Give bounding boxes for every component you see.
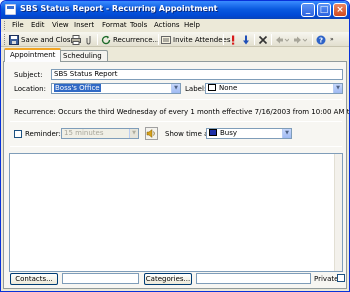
save-icon — [9, 34, 19, 45]
high-importance-button[interactable] — [228, 33, 238, 46]
print-button[interactable] — [71, 33, 81, 46]
show-time-as-value: Busy — [220, 129, 238, 137]
location-combo[interactable]: Boss's Office ▼ — [51, 83, 181, 94]
help-button[interactable]: ? — [316, 33, 326, 46]
next-item-button[interactable] — [293, 33, 308, 46]
recurrence-button[interactable]: Recurrence... — [101, 33, 159, 46]
svg-text:?: ? — [319, 36, 323, 44]
invite-attendees-icon — [161, 35, 171, 45]
chevron-down-icon[interactable]: ▼ — [171, 84, 180, 93]
toolbar-separator — [158, 34, 159, 45]
busy-color-swatch — [209, 129, 217, 136]
menu-format[interactable]: Format — [102, 21, 127, 29]
save-and-close-button[interactable]: Save and Close — [9, 33, 75, 46]
appointment-window: SBS Status Report - Recurring Appointmen… — [0, 0, 350, 292]
previous-item-button[interactable] — [275, 33, 290, 46]
chevron-down-icon[interactable]: ▼ — [333, 84, 342, 93]
delete-icon — [258, 35, 268, 45]
invite-attendees-button[interactable]: Invite Attendees — [161, 33, 230, 46]
location-value: Boss's Office — [54, 84, 101, 92]
notes-textarea[interactable] — [9, 153, 343, 272]
speaker-icon — [146, 128, 155, 139]
menu-help[interactable]: Help — [184, 21, 200, 29]
toolbar-separator — [312, 34, 313, 45]
toolbar-separator — [254, 34, 255, 45]
chevron-down-icon[interactable]: ▼ — [129, 129, 138, 138]
label-combo[interactable]: None ▼ — [205, 83, 343, 94]
toolbar-separator — [223, 34, 224, 45]
attach-button[interactable] — [84, 33, 94, 46]
menu-insert[interactable]: Insert — [74, 21, 94, 29]
invite-attendees-label: Invite Attendees — [173, 35, 231, 44]
appointment-icon — [5, 4, 16, 15]
menu-edit[interactable]: Edit — [31, 21, 45, 29]
recurrence-label: Recurrence: — [14, 108, 56, 116]
chevron-down-icon[interactable]: ▼ — [282, 129, 291, 138]
minimize-button[interactable]: _ — [301, 3, 315, 17]
appointment-panel: Subject: SBS Status Report Location: Bos… — [3, 61, 350, 289]
subject-label: Subject: — [14, 71, 43, 79]
divider — [10, 99, 342, 100]
toolbar-separator — [97, 34, 98, 45]
delete-button[interactable] — [258, 33, 268, 46]
show-time-as-combo[interactable]: Busy ▼ — [206, 128, 292, 139]
divider — [10, 146, 342, 147]
label-color-swatch — [208, 84, 216, 91]
tab-strip: Appointment Scheduling — [1, 48, 349, 62]
reminder-value: 15 minutes — [64, 129, 104, 137]
standard-toolbar: Save and Close Recurrence... Invite Atte… — [1, 32, 349, 47]
menu-actions[interactable]: Actions — [154, 21, 180, 29]
menu-tools[interactable]: Tools — [130, 21, 147, 29]
paperclip-icon — [84, 35, 94, 45]
location-label: Location: — [14, 85, 46, 93]
high-importance-icon — [228, 35, 238, 45]
close-button[interactable]: × — [333, 3, 347, 17]
recurrence-description: Occurs the third Wednesday of every 1 mo… — [58, 108, 350, 116]
toolbar-options-chevron-icon[interactable]: » — [330, 33, 334, 46]
subject-input[interactable]: SBS Status Report — [51, 69, 343, 80]
categories-button[interactable]: Categories... — [144, 273, 192, 285]
maximize-button[interactable]: □ — [317, 3, 331, 17]
reminder-sound-button[interactable] — [145, 127, 158, 140]
notes-scrollbar[interactable] — [334, 154, 342, 271]
next-arrow-icon — [293, 35, 308, 45]
reminder-checkbox[interactable] — [14, 130, 22, 138]
previous-arrow-icon — [275, 35, 290, 45]
toolbar-separator — [271, 34, 272, 45]
divider — [10, 121, 342, 122]
reminder-label: Reminder: — [25, 130, 61, 138]
title-bar[interactable]: SBS Status Report - Recurring Appointmen… — [1, 1, 349, 19]
private-checkbox[interactable] — [337, 274, 345, 282]
low-importance-button[interactable] — [241, 33, 251, 46]
window-title: SBS Status Report - Recurring Appointmen… — [20, 4, 218, 13]
menu-bar: File Edit View Insert Format Tools Actio… — [1, 19, 349, 32]
recurrence-label: Recurrence... — [113, 35, 160, 44]
menu-file[interactable]: File — [12, 21, 24, 29]
private-label: Private — [314, 275, 339, 283]
low-importance-icon — [241, 35, 251, 45]
menubar-grip-icon[interactable] — [4, 21, 7, 30]
label-label: Label: — [185, 85, 207, 93]
save-and-close-label: Save and Close — [21, 35, 75, 44]
categories-input[interactable] — [196, 273, 311, 284]
tab-appointment[interactable]: Appointment — [4, 48, 62, 62]
contacts-button[interactable]: Contacts... — [10, 273, 58, 285]
recurrence-icon — [101, 35, 111, 45]
menu-view[interactable]: View — [52, 21, 69, 29]
reminder-combo[interactable]: 15 minutes ▼ — [61, 128, 139, 139]
print-icon — [71, 34, 81, 45]
contacts-input[interactable] — [62, 273, 139, 284]
toolbar-grip-icon[interactable] — [4, 34, 7, 45]
label-value: None — [219, 84, 238, 92]
help-icon: ? — [316, 35, 326, 45]
